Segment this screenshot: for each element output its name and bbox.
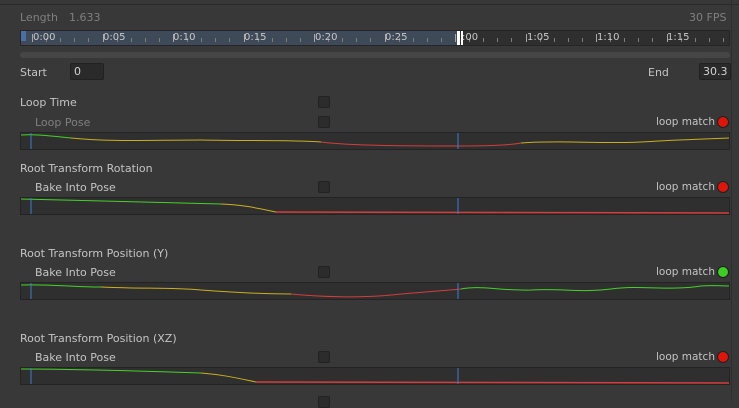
length-label: Length xyxy=(20,11,58,24)
timeline-label: 1:05 xyxy=(527,32,550,43)
timeline-tick xyxy=(638,38,640,42)
timeline-label: 0:05 xyxy=(103,32,126,43)
loop-time-checkbox[interactable] xyxy=(318,96,330,108)
end-marker[interactable] xyxy=(457,31,460,45)
timeline-tick xyxy=(426,38,428,42)
timeline-label: 0:15 xyxy=(244,32,267,43)
timeline-tick xyxy=(88,38,90,42)
timeline-tick xyxy=(483,38,485,42)
timeline-label: 1:10 xyxy=(597,32,620,43)
root-position-xz-bake-checkbox[interactable] xyxy=(318,351,330,363)
timeline-tick xyxy=(553,38,555,42)
loop-pose-checkbox[interactable] xyxy=(318,116,330,128)
loop-pose-label: Loop Pose xyxy=(35,116,91,129)
end-label: End xyxy=(648,66,669,79)
timeline-tick xyxy=(285,38,287,42)
root-position-y-label: Root Transform Position (Y) xyxy=(20,247,169,260)
timeline-tick xyxy=(271,38,273,42)
timeline-label: :00 xyxy=(462,32,479,43)
timeline-label: 0:25 xyxy=(385,32,408,43)
timeline-tick xyxy=(74,38,76,42)
root-rotation-curve xyxy=(20,197,730,215)
start-field[interactable]: 0 xyxy=(70,63,104,80)
timeline-tick xyxy=(412,38,414,42)
timeline-tick xyxy=(652,38,654,42)
root-position-y-curve xyxy=(20,282,730,300)
timeline-tick xyxy=(624,38,626,42)
timeline-tick xyxy=(511,38,513,42)
length-value: 1.633 xyxy=(69,11,101,24)
loop-match-indicator xyxy=(717,266,729,278)
root-position-y-bake-checkbox[interactable] xyxy=(318,266,330,278)
timeline-tick xyxy=(708,38,710,42)
end-field[interactable]: 30.3 xyxy=(699,63,731,80)
root-position-xz-curve xyxy=(20,367,730,385)
timeline-tick xyxy=(215,38,217,42)
timeline-label: 1:15 xyxy=(667,32,690,43)
timeline-label: 0:00 xyxy=(33,32,56,43)
loop-match-indicator xyxy=(717,181,729,193)
timeline-tick xyxy=(370,38,372,42)
loop-time-label: Loop Time xyxy=(20,96,77,109)
loop-match-label: loop match xyxy=(656,116,715,128)
loop-pose-curve xyxy=(20,132,730,150)
root-position-xz-bake-label: Bake Into Pose xyxy=(35,351,116,364)
timeline-tick xyxy=(694,38,696,42)
right-divider xyxy=(731,0,732,401)
start-label: Start xyxy=(20,66,47,79)
timeline-tick xyxy=(581,38,583,42)
loop-match-indicator xyxy=(717,116,729,128)
timeline-tick xyxy=(130,38,132,42)
timeline-tick xyxy=(356,38,358,42)
timeline-tick xyxy=(342,38,344,42)
start-marker[interactable] xyxy=(21,31,26,41)
timeline-tick xyxy=(201,38,203,42)
next-checkbox[interactable] xyxy=(318,396,330,408)
timeline-tick xyxy=(60,38,62,42)
timeline-tick xyxy=(497,38,499,42)
timeline-tick xyxy=(567,38,569,42)
root-rotation-label: Root Transform Rotation xyxy=(20,162,153,175)
timeline-tick xyxy=(229,38,231,42)
timeline-tick xyxy=(455,34,456,42)
root-position-xz-label: Root Transform Position (XZ) xyxy=(20,332,177,345)
timeline-tick xyxy=(144,38,146,42)
timeline-label: 0:20 xyxy=(315,32,338,43)
loop-match-label: loop match xyxy=(656,351,715,363)
loop-match-label: loop match xyxy=(656,181,715,193)
loop-match-indicator xyxy=(717,351,729,363)
root-rotation-bake-checkbox[interactable] xyxy=(318,181,330,193)
fps-label: 30 FPS xyxy=(689,11,727,24)
timeline-tick xyxy=(299,38,301,42)
loop-match-label: loop match xyxy=(656,266,715,278)
timeline-ruler[interactable]: 0:00 0:05 0:10 0:15 0:20 0:25 :00 1:05 1… xyxy=(20,30,730,46)
timeline-label: 0:10 xyxy=(173,32,196,43)
root-position-y-bake-label: Bake Into Pose xyxy=(35,266,116,279)
root-rotation-bake-label: Bake Into Pose xyxy=(35,181,116,194)
timeline-scrollbar[interactable] xyxy=(20,52,730,58)
timeline-tick xyxy=(722,38,724,42)
top-divider xyxy=(0,4,739,5)
timeline-tick xyxy=(158,38,160,42)
timeline-tick xyxy=(440,38,442,42)
